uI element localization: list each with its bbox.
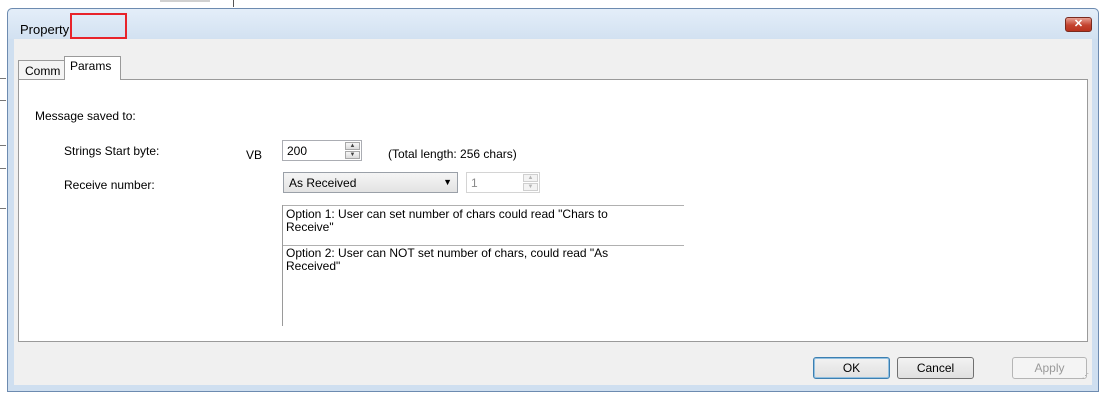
receive-number-select[interactable]: As Received ▼ xyxy=(283,172,458,193)
strings-start-value: 200 xyxy=(287,144,308,158)
tab-comm-label: Comm xyxy=(25,64,61,78)
background-tick xyxy=(0,145,6,146)
resize-grip-icon[interactable]: ⋰ xyxy=(1082,373,1090,383)
option-2-line-1: Option 2: User can NOT set number of cha… xyxy=(286,246,609,260)
option-1-line-1: Option 1: User can set number of chars c… xyxy=(286,207,608,221)
tab-params-label: Params xyxy=(70,59,112,73)
receive-count-value: 1 xyxy=(471,176,478,190)
option-2-line-2: Received" xyxy=(286,259,341,273)
dialog-client-area: Comm Message saved to: Strings Start byt… xyxy=(14,39,1092,385)
title-bar[interactable]: Property ✕ xyxy=(8,9,1098,39)
spin-up-icon[interactable]: ▲ xyxy=(345,142,360,150)
option-2-text: Option 2: User can NOT set number of cha… xyxy=(283,247,683,273)
background-tick xyxy=(0,168,6,169)
stepper-buttons: ▲ ▼ xyxy=(345,142,360,159)
close-button[interactable]: ✕ xyxy=(1065,17,1092,32)
property-dialog: Property ✕ Comm Message saved to: String… xyxy=(7,8,1099,392)
spin-up-icon[interactable]: ▲ xyxy=(523,174,538,182)
divider xyxy=(283,205,684,206)
params-tab-highlight xyxy=(70,13,127,39)
receive-number-label: Receive number: xyxy=(64,178,155,192)
receive-number-selected: As Received xyxy=(289,176,357,190)
background-tick xyxy=(0,78,6,79)
apply-button[interactable]: Apply xyxy=(1012,357,1087,379)
total-length-note: (Total length: 256 chars) xyxy=(388,147,517,161)
background-edge xyxy=(0,8,7,396)
tab-params[interactable]: Params xyxy=(64,56,121,80)
vb-prefix-label: VB xyxy=(246,148,263,162)
spin-down-icon[interactable]: ▼ xyxy=(345,151,360,159)
window-title: Property xyxy=(20,22,70,37)
section-label: Message saved to: xyxy=(35,109,136,123)
option-1-text: Option 1: User can set number of chars c… xyxy=(283,208,683,234)
strings-start-stepper[interactable]: 200 ▲ ▼ xyxy=(282,140,362,161)
close-icon: ✕ xyxy=(1073,18,1084,30)
ok-button[interactable]: OK xyxy=(813,357,890,379)
tab-comm[interactable]: Comm xyxy=(18,60,65,79)
receive-count-stepper[interactable]: 1 ▲ ▼ xyxy=(466,172,540,193)
background-tick xyxy=(0,208,6,209)
cancel-button[interactable]: Cancel xyxy=(897,357,974,379)
strings-start-label: Strings Start byte: xyxy=(64,144,160,158)
chevron-down-icon: ▼ xyxy=(443,177,452,187)
params-panel: Message saved to: Strings Start byte: VB… xyxy=(18,79,1088,342)
background-tick xyxy=(0,100,6,101)
option-1-line-2: Receive" xyxy=(286,220,334,234)
stepper-buttons: ▲ ▼ xyxy=(523,174,538,191)
background-decoration xyxy=(160,0,210,2)
options-description: Option 1: User can set number of chars c… xyxy=(282,205,684,326)
background-decoration xyxy=(233,0,234,7)
spin-down-icon[interactable]: ▼ xyxy=(523,183,538,191)
